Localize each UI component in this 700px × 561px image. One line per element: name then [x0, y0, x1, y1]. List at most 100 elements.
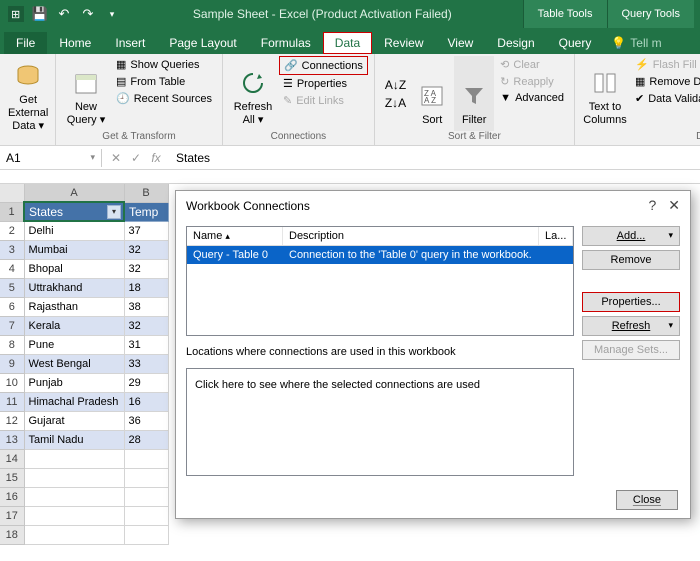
cell[interactable]	[24, 449, 124, 468]
dialog-refresh-button[interactable]: Refresh	[582, 316, 680, 336]
cell[interactable]	[24, 525, 124, 544]
cell[interactable]	[124, 449, 168, 468]
row-header[interactable]: 7	[0, 316, 24, 335]
cell[interactable]: Tamil Nadu	[24, 430, 124, 449]
cell[interactable]: 32	[124, 240, 168, 259]
cell[interactable]: 36	[124, 411, 168, 430]
select-all-corner[interactable]	[0, 184, 24, 202]
filter-dropdown-icon[interactable]: ▾	[107, 205, 121, 219]
tab-insert[interactable]: Insert	[103, 32, 157, 54]
qat-customize-icon[interactable]: ▾	[102, 4, 122, 24]
show-queries-button[interactable]: ▦Show Queries	[112, 56, 216, 73]
cell[interactable]: 33	[124, 354, 168, 373]
tab-query[interactable]: Query	[547, 32, 604, 54]
connection-row[interactable]: Query - Table 0 Connection to the 'Table…	[187, 246, 573, 264]
row-header[interactable]: 11	[0, 392, 24, 411]
cell[interactable]: 18	[124, 278, 168, 297]
locations-hint[interactable]: Click here to see where the selected con…	[195, 379, 480, 391]
row-header[interactable]: 6	[0, 297, 24, 316]
cell[interactable]	[124, 468, 168, 487]
row-header[interactable]: 16	[0, 487, 24, 506]
cell[interactable]	[124, 525, 168, 544]
tab-page-layout[interactable]: Page Layout	[157, 32, 248, 54]
cell[interactable]: Pune	[24, 335, 124, 354]
tab-review[interactable]: Review	[372, 32, 435, 54]
cell[interactable]: Punjab	[24, 373, 124, 392]
cell[interactable]	[24, 487, 124, 506]
cell[interactable]: 31	[124, 335, 168, 354]
cell[interactable]: Bhopal	[24, 259, 124, 278]
row-header[interactable]: 1	[0, 202, 24, 221]
cell[interactable]	[124, 487, 168, 506]
cell[interactable]: Uttrakhand	[24, 278, 124, 297]
connections-button[interactable]: 🔗Connections	[279, 56, 368, 75]
tab-design[interactable]: Design	[485, 32, 546, 54]
col-header-a[interactable]: A	[24, 184, 124, 202]
tab-data[interactable]: Data	[323, 32, 372, 54]
cell[interactable]	[24, 506, 124, 525]
cell[interactable]: 29	[124, 373, 168, 392]
cell[interactable]: Rajasthan	[24, 297, 124, 316]
cell[interactable]: 38	[124, 297, 168, 316]
cancel-icon[interactable]: ✕	[106, 151, 126, 165]
cell[interactable]: Himachal Pradesh	[24, 392, 124, 411]
tab-home[interactable]: Home	[47, 32, 103, 54]
close-button[interactable]: Close	[616, 490, 678, 510]
row-header[interactable]: 2	[0, 221, 24, 240]
fx-icon[interactable]: fx	[146, 151, 166, 165]
col-description[interactable]: Description	[283, 227, 539, 245]
cell[interactable]: Gujarat	[24, 411, 124, 430]
table-header-states[interactable]: States▾	[24, 202, 124, 221]
row-header[interactable]: 5	[0, 278, 24, 297]
row-header[interactable]: 12	[0, 411, 24, 430]
tell-me[interactable]: 💡Tell m	[603, 32, 669, 54]
cell[interactable]: West Bengal	[24, 354, 124, 373]
redo-icon[interactable]: ↷	[78, 4, 98, 24]
sort-button[interactable]: Z AA Z Sort	[412, 56, 452, 131]
dialog-properties-button[interactable]: Properties...	[582, 292, 680, 312]
table-header-temp[interactable]: Temp	[124, 202, 168, 221]
cell[interactable]: 16	[124, 392, 168, 411]
from-table-button[interactable]: ▤From Table	[112, 73, 216, 90]
refresh-all-button[interactable]: Refresh All ▾	[229, 56, 277, 131]
close-icon[interactable]: ✕	[668, 197, 680, 214]
recent-sources-button[interactable]: 🕘Recent Sources	[112, 90, 216, 107]
row-header[interactable]: 15	[0, 468, 24, 487]
formula-input[interactable]	[170, 149, 700, 167]
row-header[interactable]: 14	[0, 449, 24, 468]
name-box[interactable]: A1▾	[0, 149, 102, 167]
tab-formulas[interactable]: Formulas	[249, 32, 323, 54]
add-button[interactable]: Add...	[582, 226, 680, 246]
sort-asc-button[interactable]: A↓Z	[381, 76, 410, 94]
filter-button[interactable]: Filter	[454, 56, 494, 131]
cell[interactable]: Mumbai	[24, 240, 124, 259]
cell[interactable]: Delhi	[24, 221, 124, 240]
row-header[interactable]: 10	[0, 373, 24, 392]
cell[interactable]: 28	[124, 430, 168, 449]
tab-file[interactable]: File	[4, 32, 47, 54]
cell[interactable]	[24, 468, 124, 487]
save-icon[interactable]: 💾	[30, 4, 50, 24]
tab-view[interactable]: View	[436, 32, 486, 54]
text-to-columns-button[interactable]: Text to Columns	[581, 56, 629, 131]
cell[interactable]: 32	[124, 259, 168, 278]
cell[interactable]: 32	[124, 316, 168, 335]
cell[interactable]	[124, 506, 168, 525]
undo-icon[interactable]: ↶	[54, 4, 74, 24]
row-header[interactable]: 13	[0, 430, 24, 449]
sort-desc-button[interactable]: Z↓A	[381, 94, 410, 112]
dialog-titlebar[interactable]: Workbook Connections ? ✕	[176, 191, 690, 220]
col-last-refresh[interactable]: La...	[539, 227, 573, 245]
row-header[interactable]: 3	[0, 240, 24, 259]
col-header-b[interactable]: B	[124, 184, 168, 202]
locations-box[interactable]: Click here to see where the selected con…	[186, 368, 574, 476]
advanced-button[interactable]: ▼Advanced	[496, 90, 568, 106]
help-icon[interactable]: ?	[648, 197, 656, 214]
cell[interactable]: Kerala	[24, 316, 124, 335]
properties-button[interactable]: ☰Properties	[279, 75, 368, 92]
get-external-data-button[interactable]: Get External Data ▾	[6, 56, 50, 138]
cell[interactable]: 37	[124, 221, 168, 240]
col-name[interactable]: Name ▴	[187, 227, 283, 245]
chevron-down-icon[interactable]: ▾	[90, 152, 95, 163]
row-header[interactable]: 8	[0, 335, 24, 354]
